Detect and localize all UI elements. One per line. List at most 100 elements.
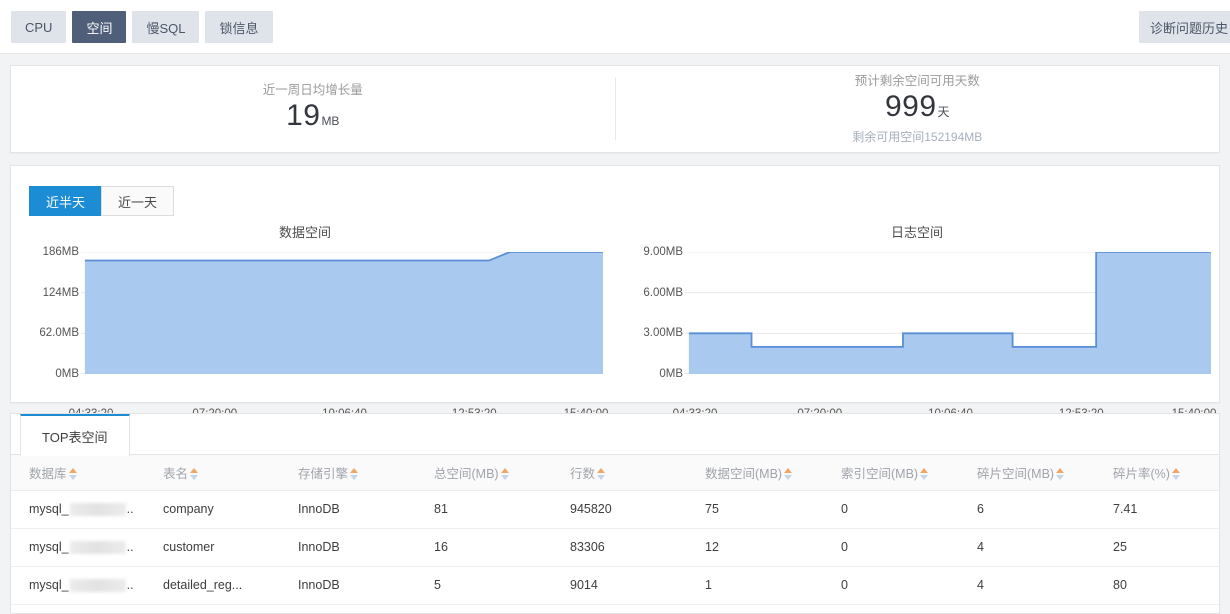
cell-index-space: 0 <box>823 528 959 567</box>
table-row: mysql_.. company InnoDB 81 945820 75 0 6 7.41 <box>11 490 1219 529</box>
sort-arrows-icon[interactable] <box>500 467 510 480</box>
daily-growth-unit: MB <box>321 113 340 128</box>
cell-data-space: 12 <box>687 528 823 567</box>
cell-total-space: 81 <box>416 490 552 529</box>
cell-row-count: 83306 <box>552 528 687 567</box>
module-tab-0[interactable]: CPU <box>11 11 67 43</box>
column-header-label: 表名 <box>163 466 189 481</box>
diagnostic-history-label: 诊断问题历史 <box>1150 20 1229 36</box>
chart-0: 数据空间 0MB62.0MB124MB186MB04:33:2007:20:001… <box>11 222 615 420</box>
redacted-block <box>69 578 126 592</box>
time-range-toggle: 近半天 近一天 <box>29 186 175 216</box>
chart-1: 日志空间 0MB3.00MB6.00MB9.00MB04:33:2007:20:0… <box>615 222 1219 420</box>
module-tab-2[interactable]: 慢SQL <box>132 11 200 43</box>
table-header-row: 数据库 表名 存储引擎 总空间(MB) 行数 数据空间(MB) 索引空间(MB) 碎片空间(M… <box>11 455 1219 491</box>
column-header-4[interactable]: 行数 <box>552 455 687 491</box>
sort-arrows-icon[interactable] <box>190 467 199 480</box>
column-header-2[interactable]: 存储引擎 <box>280 455 416 491</box>
column-header-label: 行数 <box>570 466 596 481</box>
chart-area-fill <box>84 252 604 374</box>
sort-arrows-icon[interactable] <box>784 467 793 480</box>
tab-top-table-space-label: TOP表空间 <box>42 429 108 445</box>
redacted-block <box>69 540 126 554</box>
cell-frag-percent: 25 <box>1095 528 1219 567</box>
sort-arrows-icon[interactable] <box>1056 467 1065 480</box>
column-header-label: 数据空间(MB) <box>705 466 783 481</box>
table-row: mysql_.. detailed_reg... InnoDB 5 9014 1 0 4 80 <box>11 566 1219 605</box>
database-name-suffix: .. <box>126 540 134 554</box>
module-tab-label: 空间 <box>86 20 113 36</box>
cell-frag-space: 6 <box>959 490 1095 529</box>
daily-growth-value: 19MB <box>286 99 339 138</box>
cell-table-name: customer <box>145 528 280 567</box>
charts-row: 数据空间 0MB62.0MB124MB186MB04:33:2007:20:001… <box>11 222 1219 420</box>
sort-arrows-icon[interactable] <box>68 467 78 480</box>
sort-arrows-icon[interactable] <box>1171 467 1181 480</box>
chart-title: 数据空间 <box>278 225 331 240</box>
cell-table-name: detailed_reg... <box>145 566 280 605</box>
column-header-label: 总空间(MB) <box>434 466 499 481</box>
cell-row-count: 9014 <box>552 566 687 605</box>
cell-index-space: 0 <box>823 566 959 605</box>
column-header-5[interactable]: 数据空间(MB) <box>687 455 823 491</box>
database-name-suffix: .. <box>126 578 134 592</box>
redacted-block <box>69 502 126 516</box>
column-header-label: 碎片空间(MB) <box>977 466 1055 481</box>
cell-frag-percent: 80 <box>1095 566 1219 605</box>
chart-title: 日志空间 <box>890 225 943 240</box>
cell-database: mysql_.. <box>11 490 145 529</box>
remaining-days-stat: 预计剩余空间可用天数 999天 剩余可用空间152194MB <box>616 66 1220 152</box>
module-tab-1[interactable]: 空间 <box>72 11 127 43</box>
chart-svg <box>80 252 604 374</box>
module-tab-3[interactable]: 锁信息 <box>205 11 273 43</box>
sort-arrows-icon[interactable] <box>597 467 606 480</box>
top-tab-bar: CPU 空间 慢SQL 锁信息 诊断问题历史 <box>0 0 1230 54</box>
tab-top-table-space[interactable]: TOP表空间 <box>20 414 130 456</box>
cell-data-space: 1 <box>687 566 823 605</box>
range-option-label: 近半天 <box>46 194 86 210</box>
summary-card: 近一周日均增长量 19MB 预计剩余空间可用天数 999天 剩余可用空间1521… <box>10 65 1220 153</box>
module-tabs: CPU 空间 慢SQL 锁信息 <box>11 11 279 43</box>
remaining-space-subtext: 剩余可用空间152194MB <box>852 130 983 144</box>
range-option-label: 近一天 <box>118 194 158 210</box>
column-header-label: 碎片率(%) <box>1113 466 1170 481</box>
cell-engine: InnoDB <box>280 490 416 529</box>
column-header-1[interactable]: 表名 <box>145 455 280 491</box>
column-header-0[interactable]: 数据库 <box>11 455 145 491</box>
remaining-days-label: 预计剩余空间可用天数 <box>854 74 980 88</box>
cell-database: mysql_.. <box>11 566 145 605</box>
remaining-days-number: 999 <box>884 90 937 123</box>
cell-database: mysql_.. <box>11 528 145 567</box>
cell-total-space: 5 <box>416 566 552 605</box>
module-tab-label: 锁信息 <box>219 20 259 36</box>
sort-arrows-icon[interactable] <box>920 467 929 480</box>
charts-card: 近半天 近一天 数据空间 0MB62.0MB124MB186MB04:33:2007… <box>10 165 1220 420</box>
daily-growth-number: 19 <box>286 98 321 132</box>
range-option-0[interactable]: 近半天 <box>29 186 102 216</box>
cell-frag-space: 4 <box>959 528 1095 567</box>
cell-frag-percent: 7.41 <box>1095 490 1219 529</box>
database-name-suffix: .. <box>126 502 134 516</box>
cell-row-count: 945820 <box>552 490 687 529</box>
top-table-space-card: TOP表空间 数据库 表名 存储引擎 总空间(MB) 行数 数据空间(MB) 索引空间(MB… <box>10 413 1220 614</box>
column-header-8[interactable]: 碎片率(%) <box>1095 455 1219 491</box>
table-body: mysql_.. company InnoDB 81 945820 75 0 6 7.41 mys… <box>11 490 1219 605</box>
cell-table-name: company <box>145 490 280 529</box>
top-table-space-table: 数据库 表名 存储引擎 总空间(MB) 行数 数据空间(MB) 索引空间(MB) 碎片空间(M… <box>11 455 1219 605</box>
database-name-prefix: mysql_ <box>29 578 69 592</box>
cell-frag-space: 4 <box>959 566 1095 605</box>
database-name-prefix: mysql_ <box>29 502 69 516</box>
remaining-days-value: 999天 <box>885 90 950 129</box>
cell-total-space: 16 <box>416 528 552 567</box>
chart-plot-area: 0MB3.00MB6.00MB9.00MB04:33:2007:20:0010:… <box>615 246 1219 420</box>
chart-plot-area: 0MB62.0MB124MB186MB04:33:2007:20:0010:06… <box>11 246 615 420</box>
daily-growth-stat: 近一周日均增长量 19MB <box>11 66 615 152</box>
diagnostic-history-button[interactable]: 诊断问题历史 <box>1139 11 1230 43</box>
range-option-1[interactable]: 近一天 <box>101 186 175 216</box>
column-header-3[interactable]: 总空间(MB) <box>416 455 552 491</box>
sort-arrows-icon[interactable] <box>350 467 359 480</box>
cell-engine: InnoDB <box>280 528 416 567</box>
column-header-7[interactable]: 碎片空间(MB) <box>959 455 1095 491</box>
column-header-6[interactable]: 索引空间(MB) <box>823 455 959 491</box>
daily-growth-label: 近一周日均增长量 <box>262 82 363 97</box>
